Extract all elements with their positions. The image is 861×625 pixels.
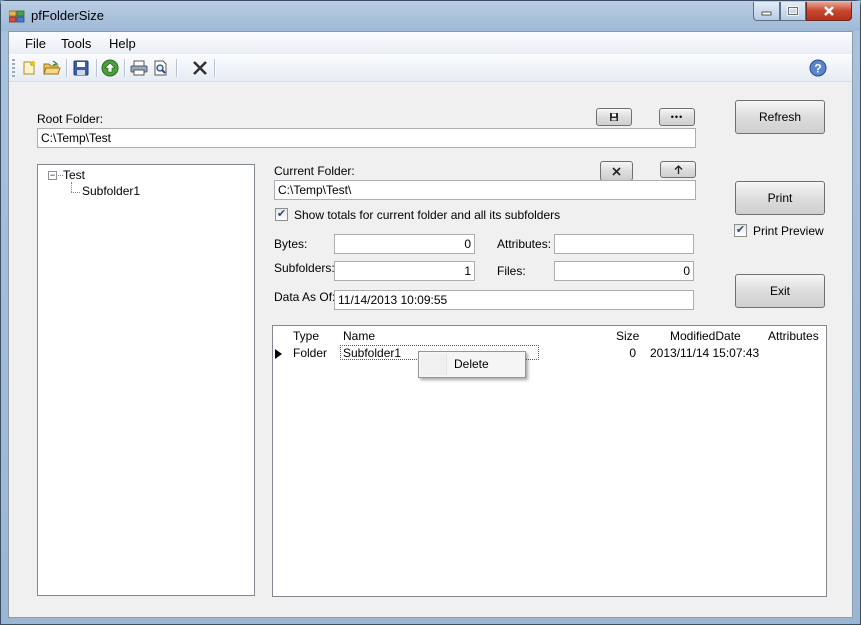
root-folder-more-button[interactable]: •••	[659, 108, 695, 126]
svg-text:?: ?	[814, 62, 821, 76]
clear-folder-button[interactable]	[600, 161, 633, 181]
toolbar-separator	[214, 59, 215, 77]
folder-tree[interactable]: − Test Subfolder1	[37, 164, 255, 596]
toolbar-separator	[66, 59, 67, 77]
open-folder-icon	[43, 60, 61, 75]
delete-x-icon	[193, 61, 207, 75]
title-bar[interactable]: pfFolderSize	[1, 1, 860, 31]
context-menu: Delete	[418, 351, 526, 378]
row-pointer-icon	[275, 349, 282, 359]
help-icon: ?	[809, 59, 827, 77]
print-button[interactable]	[129, 58, 149, 78]
save-button[interactable]	[71, 58, 91, 78]
tree-node-root[interactable]: Test	[63, 168, 85, 182]
window-title: pfFolderSize	[31, 8, 104, 23]
up-level-button[interactable]	[100, 58, 120, 78]
data-as-of-field[interactable]: 11/14/2013 10:09:55	[334, 290, 694, 310]
column-header-size[interactable]: Size	[616, 329, 639, 343]
app-window: pfFolderSize File Tools Help ? Root Fold…	[0, 0, 861, 625]
list-header: Type Name Size ModifiedDate Attributes	[273, 326, 825, 346]
arrow-up-icon	[674, 164, 682, 174]
check-icon: ✔	[276, 208, 287, 220]
attributes-label: Attributes:	[497, 237, 552, 251]
client-area: File Tools Help ? Root Folder: ••• C:\Te…	[8, 31, 853, 618]
column-header-attributes[interactable]: Attributes	[768, 329, 819, 343]
tree-collapse-icon[interactable]: −	[48, 171, 57, 180]
close-icon	[824, 6, 834, 16]
floppy-icon	[610, 113, 618, 121]
menu-help[interactable]: Help	[101, 36, 144, 51]
tree-connector	[71, 182, 72, 192]
print-preview-button[interactable]	[151, 58, 171, 78]
toolbar: ?	[9, 54, 852, 82]
context-menu-delete[interactable]: Delete	[454, 357, 489, 371]
root-folder-browse-button[interactable]	[596, 108, 632, 126]
column-header-modified[interactable]: ModifiedDate	[670, 329, 741, 343]
delete-button[interactable]	[190, 58, 210, 78]
exit-button[interactable]: Exit	[735, 274, 825, 308]
context-menu-gutter	[421, 354, 447, 375]
column-header-name[interactable]: Name	[343, 329, 375, 343]
show-totals-checkbox[interactable]: ✔	[275, 208, 288, 221]
toolbar-grip[interactable]	[12, 59, 15, 77]
tree-connector	[71, 192, 80, 193]
open-button[interactable]	[42, 58, 62, 78]
x-icon	[612, 166, 621, 176]
files-field[interactable]: 0	[554, 261, 694, 281]
subfolders-label: Subfolders:	[274, 261, 335, 275]
root-folder-input[interactable]: C:\Temp\Test	[37, 128, 696, 148]
toolbar-separator	[96, 59, 97, 77]
root-folder-label: Root Folder:	[37, 112, 104, 126]
parent-folder-button[interactable]	[660, 161, 696, 178]
toolbar-separator	[176, 59, 177, 77]
subfolders-field[interactable]: 1	[334, 261, 475, 281]
files-label: Files:	[497, 264, 526, 278]
print-preview-icon	[154, 60, 167, 76]
current-folder-label: Current Folder:	[274, 164, 355, 178]
current-folder-input[interactable]: C:\Temp\Test\	[274, 180, 696, 200]
column-header-type[interactable]: Type	[293, 329, 319, 343]
up-arrow-icon	[101, 59, 119, 77]
print-button-main[interactable]: Print	[735, 181, 825, 215]
table-row[interactable]: Folder Subfolder1 0 2013/11/14 15:07:43	[273, 345, 825, 362]
minimize-button[interactable]	[753, 2, 780, 21]
show-totals-label: Show totals for current folder and all i…	[294, 208, 561, 222]
cell-modified: 2013/11/14 15:07:43	[650, 346, 760, 360]
maximize-button[interactable]	[780, 2, 806, 21]
tree-node-subfolder[interactable]: Subfolder1	[82, 184, 140, 198]
print-preview-checkbox[interactable]: ✔	[734, 224, 747, 237]
print-icon	[130, 60, 148, 76]
menu-bar: File Tools Help	[9, 32, 852, 54]
toolbar-separator	[124, 59, 125, 77]
attributes-field[interactable]	[554, 234, 694, 254]
close-window-button[interactable]	[806, 2, 852, 21]
refresh-button[interactable]: Refresh	[735, 100, 825, 134]
new-icon	[23, 61, 35, 75]
check-icon: ✔	[735, 224, 746, 236]
cell-type: Folder	[293, 346, 328, 360]
new-button[interactable]	[19, 58, 39, 78]
maximize-icon	[787, 6, 799, 16]
menu-file[interactable]: File	[17, 36, 54, 51]
save-icon	[73, 60, 89, 76]
menu-tools[interactable]: Tools	[53, 36, 99, 51]
data-as-of-label: Data As Of:	[274, 290, 336, 304]
minimize-icon	[761, 11, 771, 16]
print-preview-label: Print Preview	[753, 224, 824, 238]
bytes-field[interactable]: 0	[334, 234, 475, 254]
app-icon	[9, 10, 25, 23]
help-button[interactable]: ?	[808, 58, 828, 78]
cell-size: 0	[629, 346, 636, 360]
folder-contents-list[interactable]: Type Name Size ModifiedDate Attributes F…	[272, 325, 827, 597]
bytes-label: Bytes:	[274, 237, 308, 251]
